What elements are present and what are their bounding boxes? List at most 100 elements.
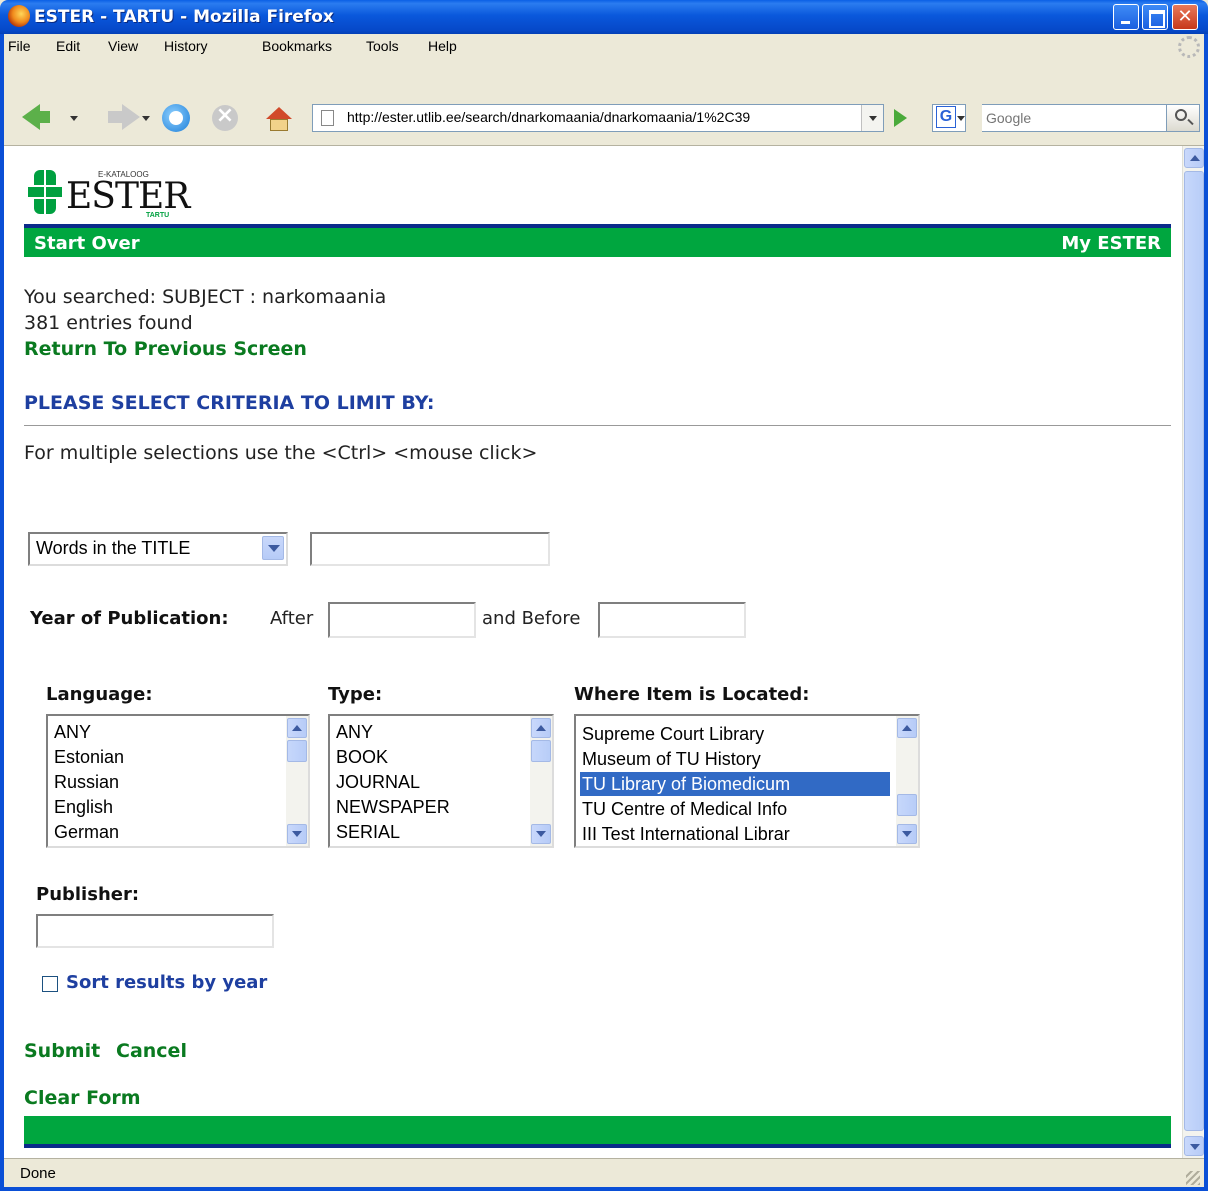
sort-by-year-checkbox[interactable] — [42, 976, 58, 992]
menu-help[interactable]: Help — [428, 38, 457, 54]
list-item[interactable]: JOURNAL — [334, 770, 420, 794]
location-scrollbar[interactable] — [896, 716, 918, 846]
search-field-select-value: Words in the TITLE — [36, 538, 191, 558]
list-item[interactable]: English — [52, 795, 113, 819]
minimize-icon — [1114, 5, 1138, 29]
back-arrow-icon[interactable] — [22, 104, 50, 130]
entries-found: 381 entries found — [24, 312, 193, 334]
search-button[interactable] — [1166, 104, 1200, 132]
menu-file[interactable]: File — [8, 38, 31, 54]
minimize-button[interactable] — [1113, 4, 1139, 30]
home-icon[interactable] — [266, 107, 292, 131]
search-box[interactable] — [982, 104, 1168, 132]
throbber-icon — [1178, 36, 1200, 58]
scroll-down-icon[interactable] — [1184, 1136, 1204, 1156]
menu-tools[interactable]: Tools — [366, 38, 399, 54]
language-listbox[interactable]: ANY Estonian Russian English German — [46, 714, 310, 848]
scroll-thumb[interactable] — [531, 740, 551, 762]
forward-history-dropdown-icon[interactable] — [142, 116, 150, 121]
cancel-link[interactable]: Cancel — [116, 1040, 187, 1062]
language-scrollbar[interactable] — [286, 716, 308, 846]
scroll-down-icon[interactable] — [287, 824, 307, 844]
list-item-selected[interactable]: TU Library of Biomedicum — [580, 772, 890, 796]
list-item[interactable]: TU Centre of Medical Info — [580, 797, 787, 821]
scroll-up-icon[interactable] — [897, 718, 917, 738]
scroll-down-icon[interactable] — [897, 824, 917, 844]
reload-icon[interactable] — [162, 104, 190, 132]
search-summary: You searched: SUBJECT : narkomaania — [24, 286, 387, 308]
scroll-up-icon[interactable] — [287, 718, 307, 738]
year-after-input[interactable] — [328, 602, 476, 638]
list-item[interactable]: ANY — [334, 720, 373, 744]
year-after-label: After — [270, 608, 314, 629]
search-engine-selector[interactable]: G — [932, 104, 966, 132]
location-label: Where Item is Located: — [574, 684, 810, 705]
resize-grip-icon[interactable] — [1186, 1171, 1200, 1185]
back-history-dropdown-icon[interactable] — [70, 116, 78, 121]
maximize-icon — [1143, 5, 1167, 29]
url-text[interactable]: http://ester.utlib.ee/search/dnarkomaani… — [347, 109, 847, 125]
scroll-up-icon[interactable] — [531, 718, 551, 738]
publisher-field[interactable] — [38, 916, 272, 946]
scroll-down-icon[interactable] — [531, 824, 551, 844]
stop-icon[interactable] — [212, 103, 238, 131]
list-item[interactable]: German — [52, 820, 119, 844]
close-button[interactable]: ✕ — [1172, 4, 1198, 30]
search-input[interactable] — [982, 106, 1162, 130]
submit-link[interactable]: Submit — [24, 1040, 100, 1062]
window-title: ESTER - TARTU - Mozilla Firefox — [34, 7, 334, 27]
url-bar[interactable]: http://ester.utlib.ee/search/dnarkomaani… — [312, 104, 884, 132]
list-item[interactable]: Supreme Court Library — [580, 722, 764, 746]
type-listbox[interactable]: ANY BOOK JOURNAL NEWSPAPER SERIAL — [328, 714, 554, 848]
forward-arrow-icon[interactable] — [108, 104, 140, 130]
menu-history[interactable]: History — [164, 38, 208, 54]
menu-edit[interactable]: Edit — [56, 38, 80, 54]
firefox-icon — [8, 5, 30, 27]
scroll-up-icon[interactable] — [1184, 148, 1204, 168]
year-before-field[interactable] — [600, 604, 744, 636]
sort-by-year-label[interactable]: Sort results by year — [66, 972, 267, 993]
maximize-button[interactable] — [1142, 4, 1168, 30]
year-before-input[interactable] — [598, 602, 746, 638]
chevron-down-icon — [869, 116, 877, 121]
logo-wordmark: ESTER — [66, 176, 190, 217]
list-item[interactable]: SERIAL — [334, 820, 400, 844]
footer-bar — [24, 1116, 1171, 1148]
menu-bookmarks[interactable]: Bookmarks — [262, 38, 332, 54]
scroll-thumb[interactable] — [287, 740, 307, 762]
scroll-thumb[interactable] — [897, 794, 917, 816]
start-over-link[interactable]: Start Over — [34, 233, 140, 254]
url-history-dropdown[interactable] — [861, 105, 883, 131]
my-ester-link[interactable]: My ESTER — [1061, 233, 1161, 254]
list-item[interactable]: BOOK — [334, 745, 388, 769]
scroll-thumb[interactable] — [1184, 171, 1204, 1131]
location-listbox[interactable]: Supreme Court Library Museum of TU Histo… — [574, 714, 920, 848]
title-words-input[interactable] — [310, 532, 550, 566]
list-item[interactable]: Museum of TU History — [580, 747, 761, 771]
window-border-right — [1204, 34, 1208, 1191]
menu-view[interactable]: View — [108, 38, 138, 54]
ester-cross-icon — [28, 170, 68, 218]
list-item[interactable]: Estonian — [52, 745, 124, 769]
return-link[interactable]: Return To Previous Screen — [24, 338, 307, 360]
type-scrollbar[interactable] — [530, 716, 552, 846]
search-field-select[interactable]: Words in the TITLE — [28, 532, 288, 566]
go-arrow-icon[interactable] — [894, 109, 907, 127]
year-after-field[interactable] — [330, 604, 474, 636]
type-label: Type: — [328, 684, 383, 705]
chevron-down-icon[interactable] — [262, 536, 284, 560]
language-label: Language: — [46, 684, 153, 705]
clear-form-link[interactable]: Clear Form — [24, 1087, 141, 1109]
page-scrollbar[interactable] — [1182, 146, 1204, 1158]
multi-select-hint: For multiple selections use the <Ctrl> <… — [24, 442, 538, 464]
list-item[interactable]: III Test International Librar — [580, 822, 790, 846]
list-item[interactable]: ANY — [52, 720, 91, 744]
list-item[interactable]: Russian — [52, 770, 119, 794]
publisher-input[interactable] — [36, 914, 274, 948]
year-before-label: and Before — [482, 608, 581, 629]
title-words-field[interactable] — [312, 534, 548, 564]
ester-logo[interactable]: E-KATALOOG ESTER TARTU — [26, 164, 196, 222]
list-item[interactable]: NEWSPAPER — [334, 795, 450, 819]
year-label: Year of Publication: — [30, 608, 229, 629]
google-icon: G — [936, 106, 956, 128]
